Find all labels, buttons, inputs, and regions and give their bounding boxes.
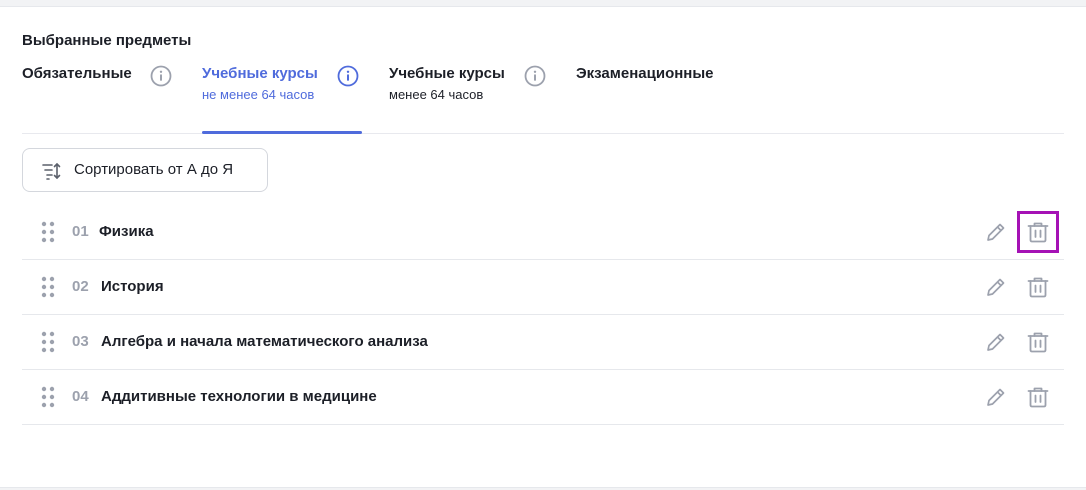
sort-button-label: Сортировать от А до Я — [74, 161, 234, 178]
tab-subtitle: не менее 64 часов — [202, 87, 315, 102]
selected-subjects-card: Выбранные предметы Обязательные Учебные … — [0, 6, 1086, 488]
sort-button[interactable]: Сортировать от А до Я — [22, 148, 268, 192]
pencil-icon[interactable] — [985, 276, 1007, 298]
tab-courses-64-plus[interactable]: Учебные курсы не менее 64 часов — [202, 65, 362, 134]
tab-subtitle: менее 64 часов — [389, 87, 484, 102]
info-icon[interactable] — [524, 65, 546, 87]
drag-handle-icon[interactable] — [40, 331, 56, 353]
drag-handle-icon[interactable] — [40, 276, 56, 298]
trash-icon[interactable] — [1026, 275, 1050, 299]
pencil-icon[interactable] — [985, 386, 1007, 408]
subject-name: Аддитивные технологии в медицине — [101, 388, 377, 405]
subject-number: 01 — [72, 223, 89, 240]
pencil-icon[interactable] — [985, 331, 1007, 353]
subject-number: 02 — [72, 278, 89, 295]
tab-mandatory[interactable]: Обязательные — [22, 65, 132, 133]
info-icon[interactable] — [337, 65, 359, 87]
sort-icon — [42, 162, 61, 180]
pencil-icon[interactable] — [985, 221, 1007, 243]
subject-name: История — [101, 278, 164, 295]
trash-icon[interactable] — [1017, 211, 1059, 253]
drag-handle-icon[interactable] — [40, 221, 56, 243]
tab-title: Учебные курсы — [202, 65, 318, 82]
subject-list: 01 Физика 02 История 03 Алгебра и начала… — [22, 205, 1064, 425]
tab-title: Экзаменационные — [576, 65, 714, 82]
list-item: 04 Аддитивные технологии в медицине — [22, 370, 1064, 425]
section-title: Выбранные предметы — [22, 32, 192, 49]
drag-handle-icon[interactable] — [40, 386, 56, 408]
list-item: 01 Физика — [22, 205, 1064, 260]
subject-tabs: Обязательные Учебные курсы не менее 64 ч… — [22, 65, 1064, 134]
subject-number: 04 — [72, 388, 89, 405]
list-item: 03 Алгебра и начала математического анал… — [22, 315, 1064, 370]
tab-exam[interactable]: Экзаменационные — [576, 65, 714, 133]
tab-title: Учебные курсы — [389, 65, 505, 82]
info-icon[interactable] — [150, 65, 172, 87]
list-item: 02 История — [22, 260, 1064, 315]
trash-icon[interactable] — [1026, 385, 1050, 409]
subject-name: Алгебра и начала математического анализа — [101, 333, 428, 350]
trash-icon[interactable] — [1026, 330, 1050, 354]
tab-courses-less-64[interactable]: Учебные курсы менее 64 часов — [389, 65, 505, 133]
subject-number: 03 — [72, 333, 89, 350]
subject-name: Физика — [99, 223, 154, 240]
tab-title: Обязательные — [22, 65, 132, 82]
